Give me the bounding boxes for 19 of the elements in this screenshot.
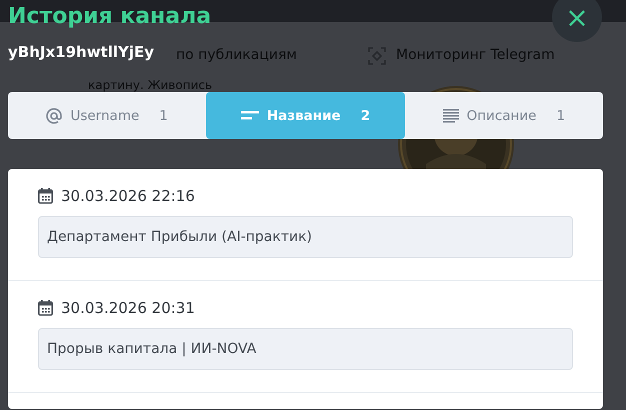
tab[interactable]: Username 1	[8, 92, 206, 139]
text-lines-icon	[442, 108, 459, 122]
close-button[interactable]: ×	[552, 0, 602, 42]
scan-icon	[368, 47, 386, 65]
tab[interactable]: Описание 1	[404, 92, 603, 139]
tab[interactable]: Название 2	[206, 92, 405, 139]
modal-title: История канала	[8, 4, 212, 29]
channel-username: yBhJx19hwtllYjEy	[8, 43, 154, 61]
background-text: картину. Живопись	[88, 78, 212, 92]
calendar-icon	[38, 300, 53, 316]
entry-date: 30.03.2026 20:31	[61, 299, 195, 317]
background-text: Мониторинг Telegram	[396, 47, 555, 63]
short-lines-icon	[240, 110, 259, 120]
entry-date: 30.03.2026 22:16	[61, 187, 195, 205]
background-text: по публикациям	[176, 47, 297, 63]
name-value-field: Департамент Прибыли (AI-практик)	[38, 216, 573, 258]
name-value-field: Прорыв капитала | ИИ-NOVA	[38, 328, 573, 370]
at-icon	[46, 108, 62, 124]
calendar-icon	[38, 188, 53, 204]
